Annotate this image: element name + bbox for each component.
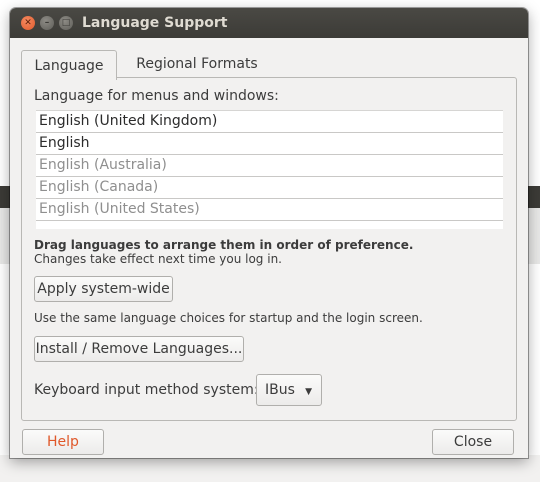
- keyboard-input-value: IBus: [265, 382, 295, 398]
- window-maximize-icon[interactable]: □: [59, 16, 73, 30]
- apply-description: Use the same language choices for startu…: [34, 311, 423, 325]
- language-support-window: ✕ – □ Language Support Language Regional…: [10, 8, 528, 458]
- keyboard-input-label: Keyboard input method system:: [34, 382, 259, 398]
- drag-hint: Drag languages to arrange them in order …: [34, 238, 414, 252]
- language-panel: Language for menus and windows: English …: [21, 77, 517, 421]
- titlebar: ✕ – □ Language Support: [10, 8, 528, 38]
- keyboard-input-select[interactable]: IBus ▼: [256, 374, 322, 406]
- window-title: Language Support: [82, 15, 228, 31]
- language-item[interactable]: English (Australia): [36, 155, 503, 177]
- apply-system-wide-button[interactable]: Apply system-wide: [34, 276, 173, 302]
- install-remove-languages-button[interactable]: Install / Remove Languages...: [34, 336, 244, 362]
- language-item[interactable]: English: [36, 133, 503, 155]
- language-list-heading: Language for menus and windows:: [34, 88, 279, 104]
- dropdown-arrow-icon: ▼: [305, 387, 312, 397]
- background-bottom-strip: [0, 455, 540, 482]
- tab-regional-formats[interactable]: Regional Formats: [129, 50, 265, 78]
- window-close-icon[interactable]: ✕: [21, 16, 35, 30]
- language-item[interactable]: English (Canada): [36, 177, 503, 199]
- window-minimize-icon[interactable]: –: [40, 16, 54, 30]
- logout-hint: Changes take effect next time you log in…: [34, 252, 282, 266]
- language-list[interactable]: English (United Kingdom) English English…: [36, 110, 503, 229]
- tab-language[interactable]: Language: [21, 50, 117, 80]
- language-item[interactable]: English (United States): [36, 199, 503, 221]
- language-item[interactable]: English (United Kingdom): [36, 111, 503, 133]
- help-button[interactable]: Help: [22, 429, 104, 455]
- close-button[interactable]: Close: [432, 429, 514, 455]
